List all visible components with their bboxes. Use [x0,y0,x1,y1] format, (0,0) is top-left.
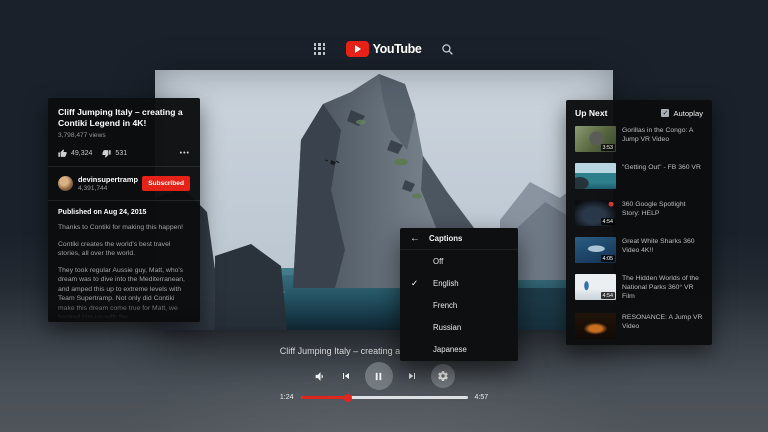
duration-badge: 4:54 [601,218,616,225]
back-arrow-icon[interactable]: ← [410,234,420,244]
seek-knob[interactable] [344,394,352,402]
settings-button[interactable] [431,364,455,388]
more-options-icon[interactable]: ••• [180,150,190,157]
captions-option-french[interactable]: French [400,294,518,316]
skip-previous-icon [340,370,352,382]
captions-option-off[interactable]: Off [400,250,518,272]
captions-option-label: French [433,301,457,310]
up-next-item-title: The Hidden Worlds of the National Parks … [622,274,703,302]
up-next-item-title: Great White Sharks 360 Video 4K!! [622,237,703,263]
captions-option-japanese[interactable]: Japanese [400,338,518,360]
captions-option-russian[interactable]: Russian [400,316,518,338]
video-description: Thanks to Contiki for making this happen… [58,223,190,322]
up-next-item[interactable]: 4:54 360 Google Spotlight Story: HELP [575,200,703,226]
check-icon: ✓ [411,278,418,289]
up-next-item-title: Gorillas in the Congo: A Jump VR Video [622,126,703,152]
skip-next-icon [406,370,418,382]
video-thumbnail-gorilla: 3:53 [575,126,616,152]
youtube-logo[interactable]: YouTube [346,41,422,57]
divider [48,200,200,201]
duration-badge: 3:53 [601,144,616,151]
video-title: Cliff Jumping Italy – creating a Contiki… [58,107,190,129]
pause-icon [373,371,384,382]
search-icon[interactable] [441,43,454,56]
up-next-item-title: "Getting Out" - FB 360 VR [622,163,701,189]
progress-fill [301,396,349,399]
autoplay-toggle[interactable]: ✓ Autoplay [661,109,703,118]
autoplay-label: Autoplay [673,109,703,118]
current-time: 1:24 [280,394,294,401]
up-next-item[interactable]: "Getting Out" - FB 360 VR [575,163,703,189]
subscriber-count: 4,391,744 [78,185,138,192]
up-next-title: Up Next [575,108,607,118]
up-next-item[interactable]: 4:05 Great White Sharks 360 Video 4K!! [575,237,703,263]
channel-name[interactable]: devinsupertramp [78,175,138,184]
up-next-item[interactable]: 4:54 The Hidden Worlds of the National P… [575,274,703,302]
captions-option-label: Russian [433,323,461,332]
video-thumbnail-snow-hiker: 4:54 [575,274,616,300]
progress-row: 1:24 4:57 [0,394,768,401]
description-paragraph: They took regular Aussie guy, Matt, who'… [58,266,190,322]
up-next-item-title: RESONANCE: A Jump VR Video [622,313,703,339]
up-next-item[interactable]: 3:53 Gorillas in the Congo: A Jump VR Vi… [575,126,703,152]
captions-option-label: Off [433,257,443,266]
up-next-item[interactable]: RESONANCE: A Jump VR Video [575,313,703,339]
duration-badge: 4:05 [601,255,616,262]
video-thumbnail-dark-street: 4:54 [575,200,616,226]
apps-grid-icon[interactable] [314,43,326,55]
total-duration: 4:57 [475,394,489,401]
description-paragraph: Thanks to Contiki for making this happen… [58,223,190,233]
youtube-play-icon [346,41,369,57]
video-player-screen[interactable] [155,70,613,330]
next-button[interactable] [406,370,418,382]
video-thumbnail-shark: 4:05 [575,237,616,263]
video-thumbnail-fire [575,313,616,339]
up-next-item-title: 360 Google Spotlight Story: HELP [622,200,703,226]
volume-icon [314,370,327,383]
view-count: 3,798,477 views [58,132,190,139]
thumb-down-icon[interactable] [102,149,111,158]
captions-option-english[interactable]: ✓ English [400,272,518,294]
video-info-card: Cliff Jumping Italy – creating a Contiki… [48,98,200,322]
pause-button[interactable] [365,362,393,390]
captions-menu: ← Captions Off ✓ English French Russian … [400,228,518,361]
description-paragraph: Contiki creates the world's best travel … [58,240,190,259]
duration-badge: 4:54 [601,292,616,299]
like-count: 49,324 [71,150,92,157]
published-date: Published on Aug 24, 2015 [58,209,190,216]
captions-option-label: English [433,279,459,288]
volume-button[interactable] [314,370,327,383]
subscribed-button[interactable]: Subscribed [142,176,190,191]
thumb-up-icon[interactable] [58,149,67,158]
channel-avatar[interactable] [58,176,73,191]
settings-gear-icon [437,370,449,382]
player-controls [0,362,768,390]
youtube-wordmark: YouTube [373,42,422,56]
divider [48,166,200,167]
dislike-count: 531 [115,150,127,157]
captions-menu-title: Captions [429,234,462,243]
video-frame-cliff-scene [155,70,613,330]
captions-option-label: Japanese [433,345,467,354]
top-bar: YouTube [0,41,768,57]
seek-bar[interactable] [301,396,468,399]
autoplay-checkbox-icon[interactable]: ✓ [661,109,669,117]
up-next-panel: Up Next ✓ Autoplay 3:53 Gorillas in the … [566,100,712,345]
video-thumbnail-coastline [575,163,616,189]
previous-button[interactable] [340,370,352,382]
